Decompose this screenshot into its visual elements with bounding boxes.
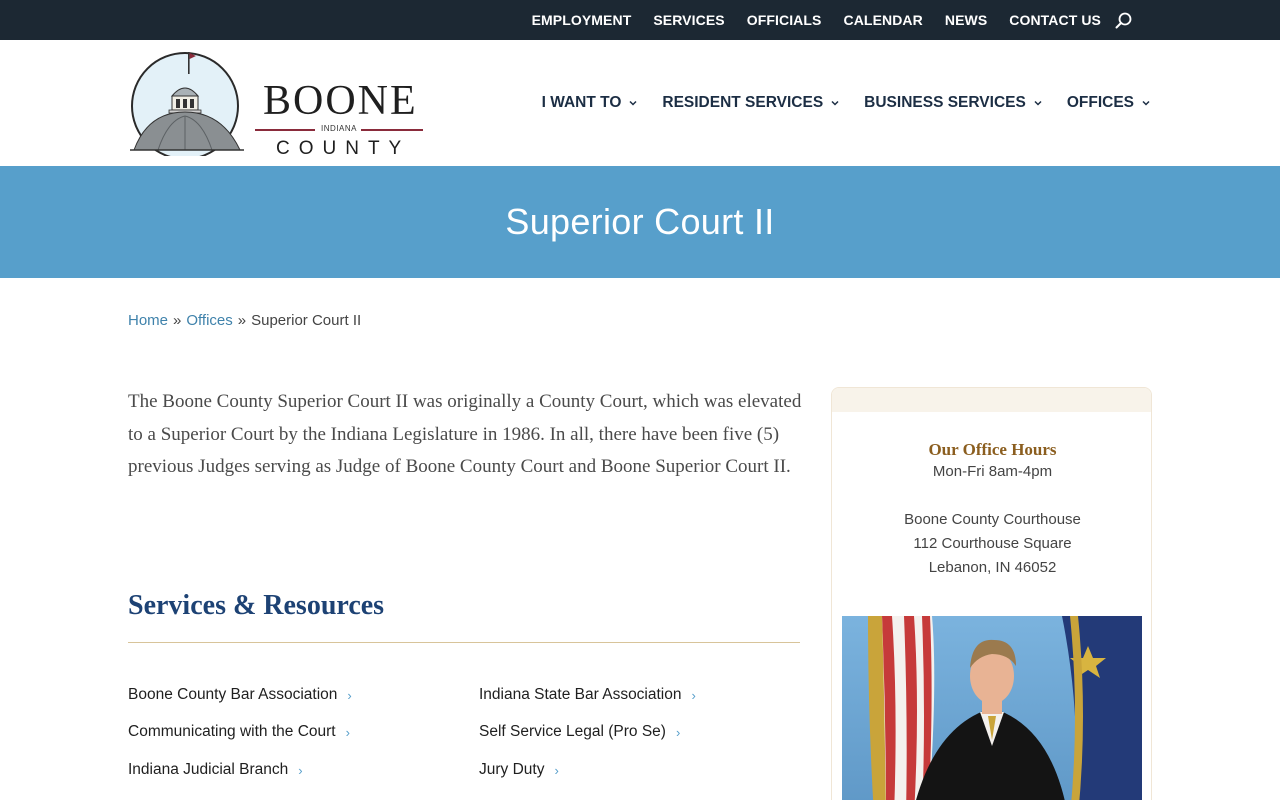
utility-link-news[interactable]: NEWS: [945, 12, 987, 28]
search-icon[interactable]: [1113, 10, 1133, 30]
utility-link-services[interactable]: SERVICES: [653, 12, 724, 28]
main-nav: I WANT TO RESIDENT SERVICES BUSINESS SER…: [517, 40, 1150, 166]
site-logo[interactable]: BOONE INDIANA COUNTY: [128, 50, 428, 159]
nav-i-want-to[interactable]: I WANT TO: [542, 94, 638, 112]
office-hours: Mon-Fri 8am-4pm: [932, 463, 1053, 480]
service-link-label: Indiana Judicial Branch: [128, 761, 289, 778]
utility-bar: EMPLOYMENT SERVICES OFFICIALS CALENDAR N…: [0, 0, 1280, 40]
nav-label: I WANT TO: [541, 94, 622, 111]
nav-label: BUSINESS SERVICES: [864, 94, 1026, 111]
page-hero: Superior Court II: [0, 166, 1280, 278]
breadcrumb-home[interactable]: Home: [128, 312, 168, 329]
services-heading: Services & Resources: [128, 590, 385, 621]
chevron-right-icon: ›: [691, 687, 696, 703]
chevron-down-icon: [831, 100, 839, 106]
utility-link-officials[interactable]: OFFICIALS: [747, 12, 822, 28]
nav-offices[interactable]: OFFICES: [1067, 94, 1150, 112]
logo-state: INDIANA: [321, 124, 357, 133]
utility-link-calendar[interactable]: CALENDAR: [844, 12, 923, 28]
office-hours-title: Our Office Hours: [928, 440, 1057, 459]
logo-wordmark: BOONE: [263, 78, 418, 124]
service-link-bar-association[interactable]: Boone County Bar Association ›: [128, 686, 352, 704]
service-link-communicating[interactable]: Communicating with the Court ›: [128, 723, 350, 741]
service-link-jury-duty[interactable]: Jury Duty ›: [479, 761, 559, 779]
address-city: Lebanon, IN 46052: [928, 559, 1057, 576]
page-title: Superior Court II: [505, 201, 775, 242]
services-divider: [128, 642, 800, 643]
nav-business-services[interactable]: BUSINESS SERVICES: [864, 94, 1042, 112]
logo-rule-right: [361, 129, 423, 131]
logo-county: COUNTY: [276, 138, 411, 159]
judge-photo: [842, 616, 1142, 800]
chevron-right-icon: ›: [675, 724, 681, 740]
chevron-down-icon: [629, 100, 637, 106]
service-link-label: Indiana State Bar Association: [479, 686, 682, 703]
address-name: Boone County Courthouse: [904, 511, 1081, 528]
service-link-label: Self Service Legal (Pro Se): [479, 723, 666, 740]
service-link-self-service-legal[interactable]: Self Service Legal (Pro Se) ›: [479, 723, 680, 741]
intro-paragraph: The Boone County Superior Court II was o…: [128, 391, 802, 477]
courthouse-dome-icon: [130, 52, 244, 156]
breadcrumb-separator: »: [173, 312, 182, 329]
card-header-strip: [832, 388, 1151, 412]
breadcrumb-offices[interactable]: Offices: [186, 312, 232, 329]
utility-link-employment[interactable]: EMPLOYMENT: [532, 12, 632, 28]
utility-link-contact-us[interactable]: CONTACT US: [1009, 12, 1101, 28]
chevron-down-icon: [1142, 100, 1150, 106]
service-link-label: Communicating with the Court: [128, 723, 336, 740]
chevron-down-icon: [1034, 100, 1042, 106]
breadcrumb-current: Superior Court II: [251, 312, 362, 329]
chevron-right-icon: ›: [347, 687, 352, 703]
nav-resident-services[interactable]: RESIDENT SERVICES: [662, 94, 839, 112]
nav-label: OFFICES: [1066, 94, 1134, 111]
breadcrumb: Home» Offices» Superior Court II: [128, 312, 361, 329]
office-info-card: Our Office Hours Mon-Fri 8am-4pm Boone C…: [831, 387, 1152, 800]
chevron-right-icon: ›: [298, 762, 303, 778]
service-link-judicial-branch[interactable]: Indiana Judicial Branch ›: [128, 761, 303, 779]
logo-rule-left: [255, 129, 315, 131]
chevron-right-icon: ›: [554, 762, 559, 778]
nav-label: RESIDENT SERVICES: [662, 94, 824, 111]
site-header: BOONE INDIANA COUNTY I WANT TO RESIDENT …: [0, 40, 1280, 166]
address-street: 112 Courthouse Square: [913, 535, 1072, 552]
breadcrumb-separator: »: [237, 312, 247, 329]
chevron-right-icon: ›: [345, 724, 350, 740]
service-link-state-bar[interactable]: Indiana State Bar Association ›: [479, 686, 696, 704]
service-link-label: Jury Duty: [479, 761, 545, 778]
utility-nav: EMPLOYMENT SERVICES OFFICIALS CALENDAR N…: [510, 0, 1133, 40]
service-link-label: Boone County Bar Association: [128, 686, 338, 703]
